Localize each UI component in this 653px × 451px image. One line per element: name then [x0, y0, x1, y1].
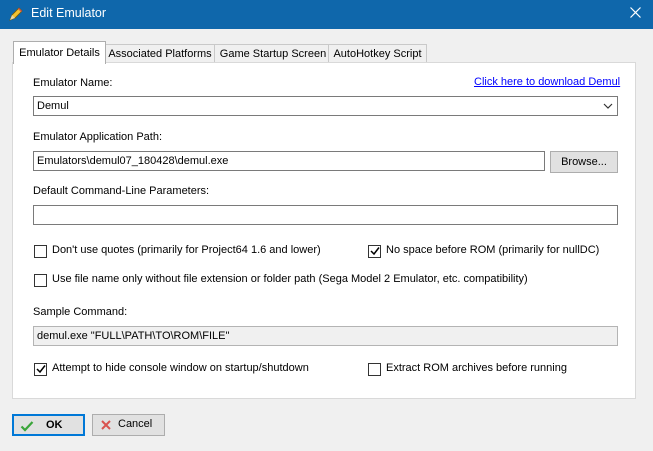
browse-button-label: Browse...: [561, 156, 607, 168]
download-link[interactable]: Click here to download Demul: [474, 76, 620, 88]
title-bar: Edit Emulator: [0, 0, 653, 29]
cancel-button[interactable]: Cancel: [92, 414, 165, 436]
no-space-before-rom-checkbox[interactable]: [368, 245, 381, 258]
emulator-name-label: Emulator Name:: [33, 77, 113, 89]
emulator-name-combobox[interactable]: Demul: [33, 96, 618, 116]
close-button[interactable]: [627, 4, 643, 22]
close-icon: [101, 420, 111, 430]
window-title: Edit Emulator: [31, 6, 107, 20]
checkmark-icon: [20, 421, 34, 432]
cancel-button-label: Cancel: [118, 418, 153, 430]
edit-emulator-window: Edit Emulator Emulator Details Associate…: [0, 0, 653, 451]
chevron-down-icon: [603, 103, 613, 109]
emulator-details-panel: Emulator Name: Click here to download De…: [12, 62, 636, 399]
extract-rom-checkbox[interactable]: [368, 363, 381, 376]
filename-only-label[interactable]: Use file name only without file extensio…: [52, 273, 528, 285]
app-path-input[interactable]: Emulators\demul07_180428\demul.exe: [33, 151, 545, 171]
no-quotes-checkbox[interactable]: [34, 245, 47, 258]
tab-game-startup-screen[interactable]: Game Startup Screen: [214, 44, 332, 63]
sample-command-value: demul.exe "FULL\PATH\TO\ROM\FILE": [37, 330, 230, 342]
checkmark-icon: [370, 247, 380, 256]
no-quotes-label[interactable]: Don't use quotes (primarily for Project6…: [52, 244, 321, 256]
app-path-value: Emulators\demul07_180428\demul.exe: [37, 155, 229, 167]
hide-console-checkbox[interactable]: [34, 363, 47, 376]
checkmark-icon: [36, 365, 46, 374]
pencil-icon: [9, 7, 23, 21]
no-space-before-rom-label[interactable]: No space before ROM (primarily for nullD…: [386, 244, 599, 256]
tab-autohotkey-script[interactable]: AutoHotkey Script: [328, 44, 427, 63]
close-icon: [629, 7, 641, 18]
cmdline-input[interactable]: [33, 205, 618, 225]
app-path-label: Emulator Application Path:: [33, 131, 163, 143]
filename-only-checkbox[interactable]: [34, 274, 47, 287]
cmdline-label: Default Command-Line Parameters:: [33, 185, 210, 197]
sample-command-label: Sample Command:: [33, 306, 128, 318]
browse-button[interactable]: Browse...: [550, 151, 618, 173]
emulator-name-value: Demul: [37, 100, 69, 112]
sample-command-field: demul.exe "FULL\PATH\TO\ROM\FILE": [33, 326, 618, 346]
ok-button[interactable]: OK: [12, 414, 85, 436]
extract-rom-label[interactable]: Extract ROM archives before running: [386, 362, 567, 374]
ok-button-label: OK: [46, 419, 63, 431]
hide-console-label[interactable]: Attempt to hide console window on startu…: [52, 362, 309, 374]
tab-emulator-details[interactable]: Emulator Details: [13, 41, 106, 64]
tab-associated-platforms[interactable]: Associated Platforms: [102, 44, 218, 63]
